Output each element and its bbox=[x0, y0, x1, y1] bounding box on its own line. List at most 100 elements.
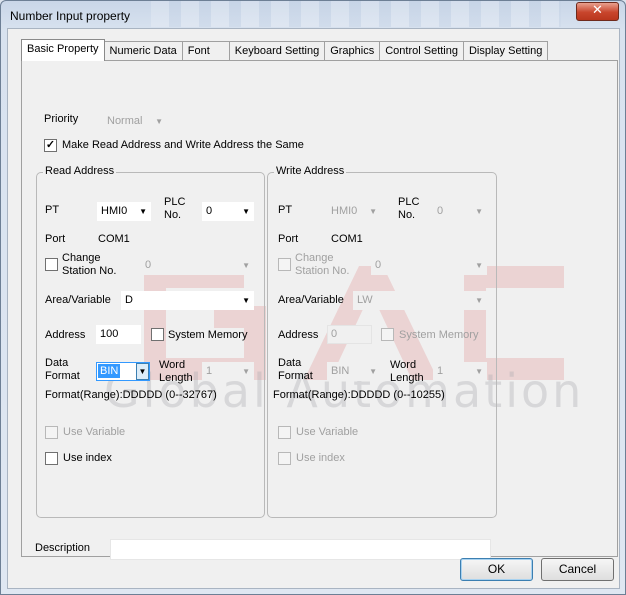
read-word-length-value: 1 bbox=[206, 365, 213, 377]
tab-control-setting[interactable]: Control Setting bbox=[379, 41, 464, 61]
write-use-variable-label: Use Variable bbox=[296, 426, 359, 438]
write-area-value: LW bbox=[357, 294, 373, 306]
tab-keyboard-setting[interactable]: Keyboard Setting bbox=[228, 41, 326, 61]
write-data-format-value: BIN bbox=[331, 365, 350, 377]
write-change-station-label-2: Station No. bbox=[295, 265, 350, 277]
read-use-variable-checkbox[interactable] bbox=[45, 426, 58, 439]
read-data-format-select[interactable]: BIN ▼ bbox=[96, 362, 150, 381]
read-port-value: COM1 bbox=[98, 233, 130, 245]
priority-select[interactable]: Normal ▼ bbox=[103, 112, 167, 131]
write-plc-select[interactable]: 0 ▼ bbox=[433, 202, 487, 221]
window-title: Number Input property bbox=[10, 9, 131, 23]
chevron-down-icon: ▼ bbox=[475, 261, 483, 270]
read-plc-label-2: No. bbox=[164, 209, 182, 221]
tab-font[interactable]: Font bbox=[181, 41, 230, 61]
read-system-memory-checkbox[interactable] bbox=[151, 328, 164, 341]
write-address-input[interactable]: 0 bbox=[327, 325, 372, 344]
chevron-down-icon: ▼ bbox=[155, 117, 163, 126]
read-plc-select[interactable]: 0 ▼ bbox=[202, 202, 254, 221]
read-address-label: Address bbox=[45, 329, 86, 341]
dialog-window: Number Input property ✕ Basic Property N… bbox=[0, 0, 626, 595]
description-label: Description bbox=[35, 542, 91, 554]
read-pt-label: PT bbox=[45, 204, 60, 216]
write-data-format-label-1: Data bbox=[278, 357, 302, 369]
read-plc-value: 0 bbox=[206, 205, 213, 217]
read-data-format-label-1: Data bbox=[45, 357, 69, 369]
write-use-variable-checkbox[interactable] bbox=[278, 426, 291, 439]
title-bar-background bbox=[151, 1, 561, 27]
cancel-button[interactable]: Cancel bbox=[541, 558, 614, 581]
read-word-length-label-2: Length bbox=[159, 372, 193, 384]
write-address-title: Write Address bbox=[274, 165, 347, 177]
chevron-down-icon: ▼ bbox=[369, 207, 377, 216]
read-area-label: Area/Variable bbox=[45, 294, 111, 306]
write-address-group: Write Address PT HMI0 ▼ PLC No. 0 ▼ Port… bbox=[267, 165, 497, 518]
chevron-down-icon: ▼ bbox=[475, 367, 483, 376]
write-data-format-label-2: Format bbox=[278, 370, 313, 382]
chevron-down-icon: ▼ bbox=[139, 207, 147, 216]
chevron-down-icon: ▼ bbox=[242, 207, 250, 216]
read-area-select[interactable]: D ▼ bbox=[121, 291, 254, 310]
write-pt-select[interactable]: HMI0 ▼ bbox=[327, 202, 381, 221]
basic-property-panel: Global Automation Priority Normal ▼ ✓ Ma… bbox=[21, 60, 618, 560]
read-system-memory-label: System Memory bbox=[168, 329, 248, 341]
dialog-client-area: Basic Property Numeric Data Font Keyboar… bbox=[7, 28, 620, 589]
read-change-station-label-2: Station No. bbox=[62, 265, 117, 277]
read-address-value: 100 bbox=[100, 328, 119, 340]
close-button[interactable]: ✕ bbox=[576, 2, 619, 21]
tab-graphics[interactable]: Graphics bbox=[324, 41, 381, 61]
write-area-select[interactable]: LW ▼ bbox=[353, 291, 487, 310]
write-plc-value: 0 bbox=[437, 205, 444, 217]
read-address-group: Read Address PT HMI0 ▼ PLC No. 0 ▼ Port … bbox=[36, 165, 265, 518]
read-change-station-checkbox[interactable] bbox=[45, 258, 58, 271]
write-port-label: Port bbox=[278, 233, 299, 245]
read-port-label: Port bbox=[45, 233, 66, 245]
chevron-down-icon: ▼ bbox=[242, 261, 250, 270]
write-system-memory-label: System Memory bbox=[399, 329, 479, 341]
tab-basic-property[interactable]: Basic Property bbox=[21, 39, 105, 61]
write-system-memory-checkbox[interactable] bbox=[381, 328, 394, 341]
tab-display-setting[interactable]: Display Setting bbox=[462, 41, 549, 61]
read-data-format-value: BIN bbox=[98, 364, 121, 378]
write-pt-label: PT bbox=[278, 204, 293, 216]
read-area-value: D bbox=[125, 294, 133, 306]
write-station-value: 0 bbox=[375, 259, 382, 271]
chevron-down-icon: ▼ bbox=[369, 367, 377, 376]
chevron-down-icon: ▼ bbox=[242, 296, 250, 305]
read-plc-label-1: PLC bbox=[164, 196, 186, 208]
write-use-index-checkbox[interactable] bbox=[278, 452, 291, 465]
ok-button[interactable]: OK bbox=[460, 558, 533, 581]
chevron-down-icon: ▼ bbox=[136, 363, 149, 380]
write-address-label: Address bbox=[278, 329, 319, 341]
description-input[interactable] bbox=[110, 539, 491, 560]
write-pt-value: HMI0 bbox=[331, 205, 358, 217]
chevron-down-icon: ▼ bbox=[475, 207, 483, 216]
read-word-length-label-1: Word bbox=[159, 359, 186, 371]
write-use-index-label: Use index bbox=[296, 452, 345, 464]
read-format-range: Format(Range):DDDDD (0--32767) bbox=[45, 389, 217, 401]
same-address-label: Make Read Address and Write Address the … bbox=[62, 139, 304, 151]
write-change-station-checkbox[interactable] bbox=[278, 258, 291, 271]
tab-numeric-data[interactable]: Numeric Data bbox=[103, 41, 183, 61]
read-station-select[interactable]: 0 ▼ bbox=[141, 256, 254, 275]
write-plc-label-1: PLC bbox=[398, 196, 420, 208]
read-word-length-select[interactable]: 1 ▼ bbox=[202, 362, 254, 381]
write-plc-label-2: No. bbox=[398, 209, 416, 221]
read-data-format-label-2: Format bbox=[45, 370, 80, 382]
read-use-index-checkbox[interactable] bbox=[45, 452, 58, 465]
write-station-select[interactable]: 0 ▼ bbox=[371, 256, 487, 275]
read-address-input[interactable]: 100 bbox=[96, 325, 141, 344]
write-data-format-select[interactable]: BIN ▼ bbox=[327, 362, 381, 381]
read-use-index-label: Use index bbox=[63, 452, 112, 464]
chevron-down-icon: ▼ bbox=[475, 296, 483, 305]
write-word-length-label-2: Length bbox=[390, 372, 424, 384]
read-pt-select[interactable]: HMI0 ▼ bbox=[97, 202, 151, 221]
write-word-length-select[interactable]: 1 ▼ bbox=[433, 362, 487, 381]
read-use-variable-label: Use Variable bbox=[63, 426, 126, 438]
write-format-range: Format(Range):DDDDD (0--10255) bbox=[273, 389, 445, 401]
write-word-length-value: 1 bbox=[437, 365, 444, 377]
write-change-station-label-1: Change bbox=[295, 252, 334, 264]
same-address-checkbox[interactable]: ✓ bbox=[44, 139, 57, 152]
chevron-down-icon: ▼ bbox=[242, 367, 250, 376]
priority-value: Normal bbox=[107, 115, 143, 127]
